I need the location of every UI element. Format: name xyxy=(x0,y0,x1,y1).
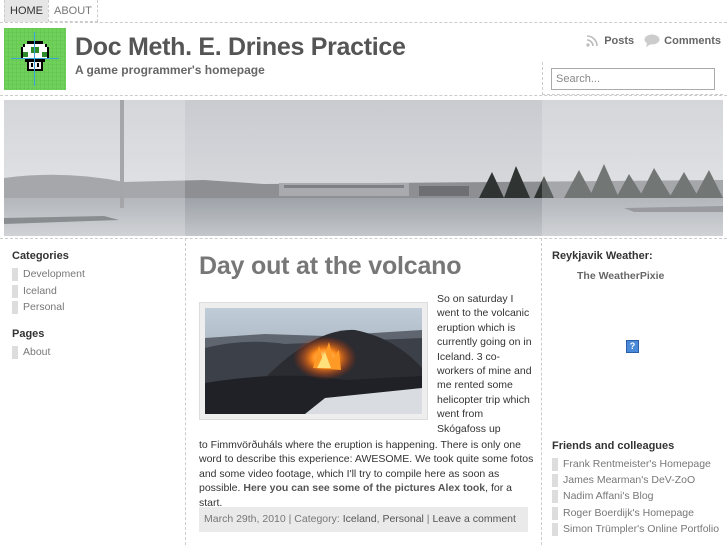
post-body: to Fimmvörðuháls where the eruption is h… xyxy=(199,438,534,510)
weather-image-placeholder-icon[interactable]: ? xyxy=(626,340,639,353)
friends-list: Frank Rentmeister's Homepage James Mearm… xyxy=(552,458,722,536)
category-link-iceland[interactable]: Iceland xyxy=(12,284,177,298)
categories-list: Development Iceland Personal xyxy=(12,268,177,314)
pages-heading: Pages xyxy=(12,328,45,340)
post-date: March 29th, 2010 xyxy=(204,513,286,525)
pages-list: About xyxy=(12,346,177,359)
right-sidebar: Reykjavik Weather: The WeatherPixie ? xyxy=(552,250,720,353)
rss-icon xyxy=(586,34,598,47)
weather-heading: Reykjavik Weather: xyxy=(552,250,653,262)
comments-label: Comments xyxy=(664,34,721,47)
nav-about-link[interactable]: ABOUT xyxy=(48,0,97,22)
leave-comment-link[interactable]: Leave a comment xyxy=(432,513,515,525)
friends-heading: Friends and colleagues xyxy=(552,440,675,452)
search-input[interactable] xyxy=(551,68,715,90)
left-sidebar: Categories Development Iceland Personal … xyxy=(12,250,177,373)
friend-link[interactable]: Frank Rentmeister's Homepage xyxy=(552,458,722,471)
top-navigation: HOME ABOUT xyxy=(4,0,98,22)
content-divider-right xyxy=(541,238,542,545)
header-divider-bottom xyxy=(0,95,727,96)
header-banner-image xyxy=(4,100,723,236)
meta-category-iceland[interactable]: Iceland xyxy=(343,513,377,525)
mushroom-icon xyxy=(4,28,66,90)
post-meta: March 29th, 2010 | Category: Iceland, Pe… xyxy=(199,507,528,532)
post-body-intro: So on saturday I went to the volcanic er… xyxy=(437,293,532,435)
categories-heading: Categories xyxy=(12,250,69,262)
post-title[interactable]: Day out at the volcano xyxy=(199,252,462,281)
nav-home-link[interactable]: HOME xyxy=(4,0,48,22)
speech-bubble-icon xyxy=(644,34,660,47)
pictures-link[interactable]: Here you can see some of the pictures Al… xyxy=(243,482,485,494)
banner-divider xyxy=(0,238,727,239)
category-link-personal[interactable]: Personal xyxy=(12,301,177,314)
friends-section: Friends and colleagues Frank Rentmeister… xyxy=(552,440,722,545)
header-divider-top xyxy=(0,22,727,23)
page-link-about[interactable]: About xyxy=(12,346,177,359)
posts-feed-link[interactable]: Posts xyxy=(586,34,634,47)
category-link-development[interactable]: Development xyxy=(12,268,177,281)
friend-link[interactable]: James Mearman's DeV-ZoO xyxy=(552,474,722,488)
content-divider-left xyxy=(185,238,186,545)
site-tagline: A game programmer's homepage xyxy=(75,63,265,77)
feed-links: Posts Comments xyxy=(586,34,721,47)
friend-link[interactable]: Simon Trümpler's Online Portfolio xyxy=(552,522,722,536)
posts-label: Posts xyxy=(604,34,635,47)
search-box xyxy=(542,62,723,95)
category-label: Category: xyxy=(294,513,343,525)
site-title[interactable]: Doc Meth. E. Drines Practice xyxy=(75,33,406,62)
friend-link[interactable]: Nadim Affani's Blog xyxy=(552,490,722,504)
site-logo[interactable] xyxy=(4,28,66,90)
post-volcano-photo[interactable] xyxy=(199,302,428,420)
comments-feed-link[interactable]: Comments xyxy=(644,34,721,47)
friend-link[interactable]: Roger Boerdijk's Homepage xyxy=(552,506,722,520)
meta-separator: | xyxy=(285,513,295,525)
weather-pixie-link[interactable]: The WeatherPixie xyxy=(577,270,720,282)
meta-category-personal[interactable]: Personal xyxy=(382,513,423,525)
